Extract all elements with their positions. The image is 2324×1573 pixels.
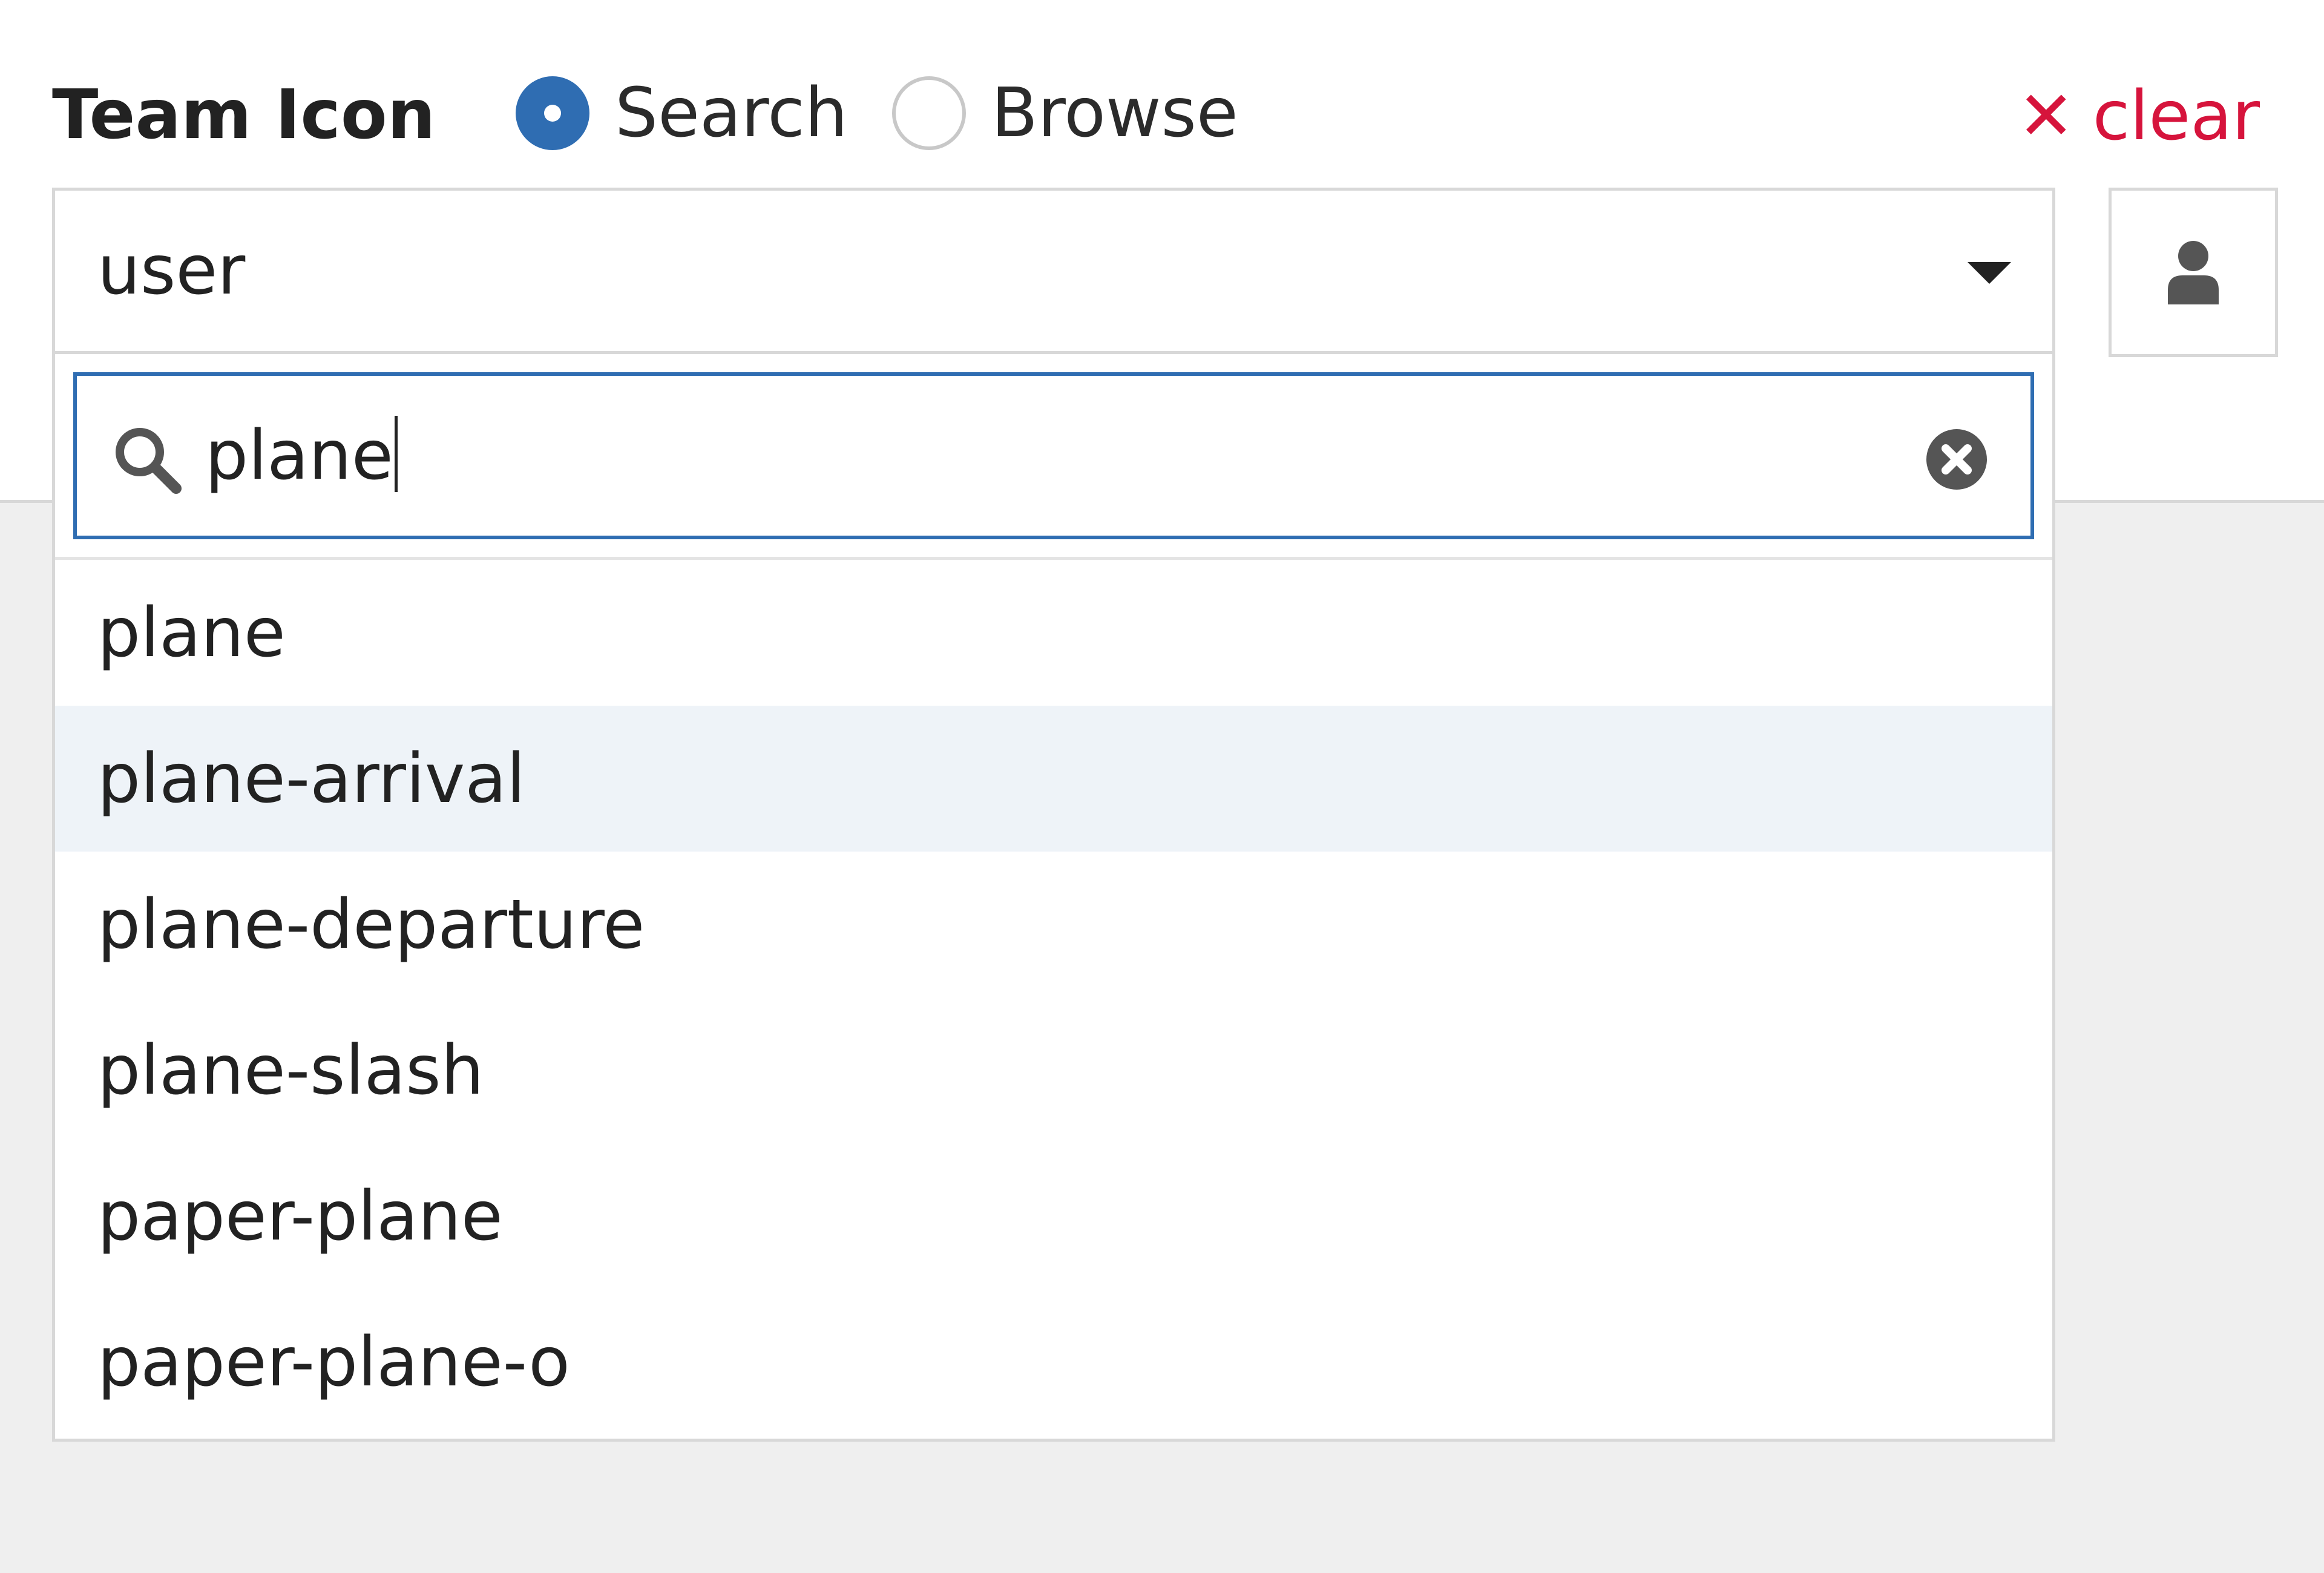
icon-select[interactable]: user bbox=[52, 188, 2055, 354]
radio-search[interactable]: Search bbox=[516, 71, 848, 156]
chevron-down-icon[interactable] bbox=[1968, 262, 2011, 284]
option-item[interactable]: plane-slash bbox=[55, 997, 2052, 1143]
dropdown-search-area: plane bbox=[55, 354, 2052, 560]
x-icon[interactable]: ✕ bbox=[2018, 74, 2075, 159]
radio-browse-label[interactable]: Browse bbox=[991, 71, 1238, 156]
option-item[interactable]: plane-arrival bbox=[55, 706, 2052, 852]
radio-browse-indicator[interactable] bbox=[892, 76, 966, 150]
option-item[interactable]: paper-plane-o bbox=[55, 1289, 2052, 1435]
option-item[interactable]: paper-plane bbox=[55, 1143, 2052, 1289]
user-icon bbox=[2168, 241, 2219, 304]
team-icon-label: Team Icon bbox=[52, 76, 436, 154]
icon-select-value: user bbox=[97, 231, 246, 310]
option-list: plane plane-arrival plane-departure plan… bbox=[55, 560, 2052, 1435]
icon-search-input[interactable]: plane bbox=[73, 372, 2034, 539]
circle-x-icon[interactable] bbox=[1925, 428, 1988, 491]
search-input-text[interactable]: plane bbox=[205, 413, 398, 498]
option-item[interactable]: plane bbox=[55, 560, 2052, 706]
radio-search-label[interactable]: Search bbox=[615, 71, 848, 156]
search-icon bbox=[116, 428, 182, 494]
option-item[interactable]: plane-departure bbox=[55, 852, 2052, 997]
clear-button[interactable]: ✕ clear bbox=[2018, 74, 2260, 159]
clear-label[interactable]: clear bbox=[2093, 74, 2260, 159]
radio-browse[interactable]: Browse bbox=[892, 71, 1238, 156]
icon-preview bbox=[2109, 188, 2278, 357]
icon-dropdown: plane plane plane-arrival plane-departur… bbox=[52, 354, 2055, 1442]
radio-search-indicator[interactable] bbox=[516, 76, 589, 150]
